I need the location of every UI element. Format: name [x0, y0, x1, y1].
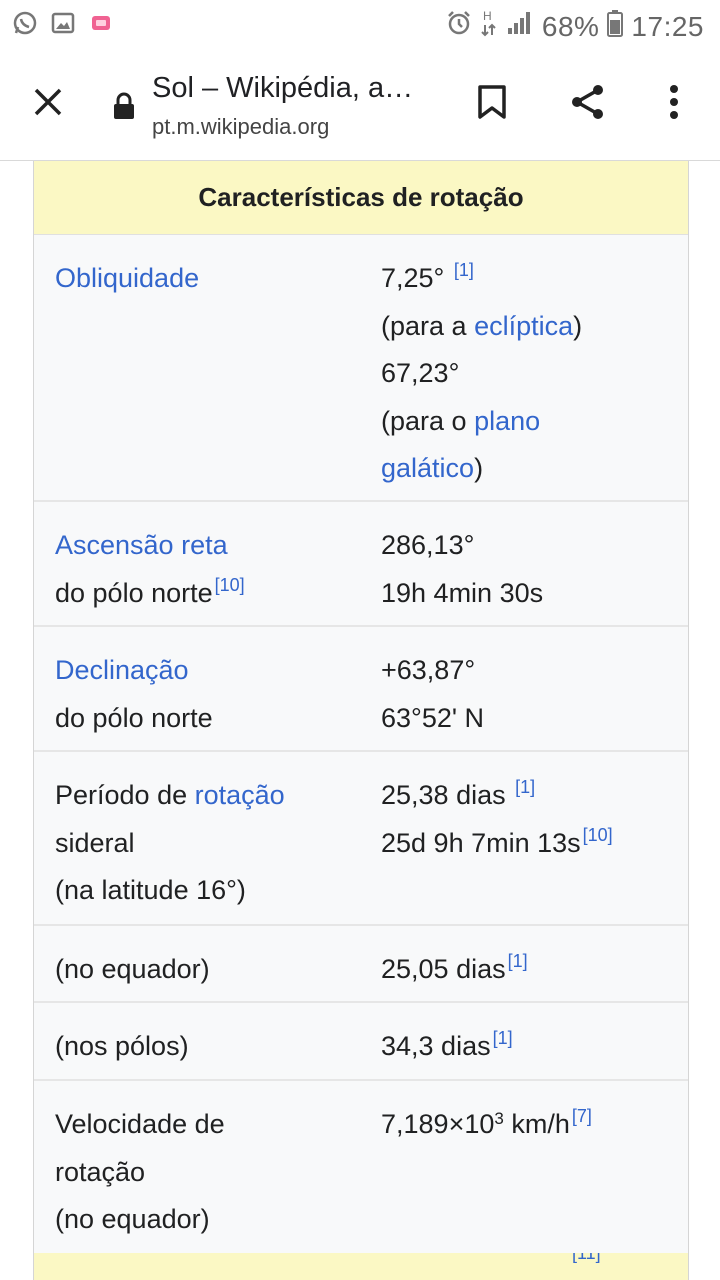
row-label: (no equador) — [55, 946, 355, 994]
value-text: 63°52' N — [381, 702, 485, 733]
row-value: 7,189×103 km/h [7] — [381, 1101, 681, 1149]
row-value: 25,38 dias [1] 25d 9h 7min 13s [10] — [381, 772, 681, 867]
reference-link[interactable]: [1] — [454, 260, 474, 280]
table-row: (no equador) 25,05 dias [1] — [34, 926, 688, 1003]
reference-link[interactable]: [7] — [572, 1106, 592, 1126]
close-tab-button[interactable] — [26, 80, 70, 124]
row-label: Declinação do pólo norte — [55, 647, 355, 742]
value-text: ) — [573, 310, 583, 341]
label-text: (no equador) — [55, 1204, 210, 1234]
row-label: (nos pólos) — [55, 1023, 355, 1071]
table-row: Período de rotação sideral (na latitude … — [34, 752, 688, 926]
value-text: 67,23° — [381, 358, 460, 388]
reference-link[interactable]: [11] — [572, 1253, 601, 1264]
reference-link[interactable]: [1] — [508, 951, 528, 971]
value-text: 7,189×10 — [381, 1109, 495, 1139]
close-icon — [34, 88, 62, 116]
value-text: (para o — [381, 405, 475, 436]
label-text: do pólo norte — [55, 702, 213, 733]
obliquidade-link[interactable]: Obliquidade — [55, 263, 199, 293]
value-text: 34,3 dias — [381, 1031, 491, 1061]
hplus-data-icon: H — [480, 8, 498, 45]
row-value: 34,3 dias [1] — [381, 1023, 681, 1071]
value-text: (para a — [381, 310, 475, 341]
reference-link[interactable]: [10] — [583, 825, 613, 845]
more-vert-icon — [670, 85, 678, 119]
alarm-icon — [446, 10, 472, 43]
page-url[interactable]: pt.m.wikipedia.org — [152, 114, 329, 140]
row-value: +63,87° 63°52' N — [381, 647, 681, 742]
label-text: Velocidade de — [55, 1109, 225, 1139]
label-text: rotação — [55, 1156, 146, 1187]
status-bar: H 68% 17:25 — [0, 0, 720, 50]
next-section-header: [11] — [33, 1253, 689, 1280]
row-value: 25,05 dias [1] — [381, 946, 681, 994]
share-button[interactable] — [564, 78, 612, 126]
value-text: 25d 9h 7min 13s — [381, 827, 581, 858]
ascensao-reta-link[interactable]: Ascensão reta — [55, 522, 355, 570]
row-label: Obliquidade — [55, 255, 355, 303]
table-row: Declinação do pólo norte +63,87° 63°52' … — [34, 627, 688, 752]
reference-link[interactable]: [1] — [493, 1028, 513, 1048]
battery-percent: 68% — [541, 10, 600, 42]
svg-text:H: H — [483, 9, 492, 23]
label-text: (nos pólos) — [55, 1031, 189, 1061]
exponent: 3 — [494, 1109, 504, 1128]
table-row: (nos pólos) 34,3 dias [1] — [34, 1003, 688, 1081]
value-text: 19h 4min 30s — [381, 577, 544, 608]
clock: 17:25 — [631, 10, 704, 42]
share-icon — [572, 85, 603, 119]
plano-galatico-link[interactable]: plano — [474, 406, 540, 436]
label-text: sideral — [55, 827, 135, 858]
browser-toolbar: Sol – Wikipédia, a… pt.m.wikipedia.org — [0, 50, 720, 161]
row-label: Período de rotação sideral (na latitude … — [55, 772, 355, 915]
value-text: 25,05 dias — [381, 954, 506, 984]
row-label: Velocidade de rotação (no equador) — [55, 1101, 355, 1244]
value-text: 25,38 dias — [381, 780, 506, 810]
label-text: (na latitude 16°) — [55, 875, 246, 905]
battery-icon — [607, 9, 624, 44]
value-text: 286,13° — [381, 530, 475, 560]
page-title[interactable]: Sol – Wikipédia, a… — [152, 72, 413, 105]
value-text: +63,87° — [381, 655, 476, 685]
value-text: 7,25° — [381, 263, 445, 293]
signal-icon — [506, 10, 534, 43]
label-text: do pólo norte — [55, 577, 213, 608]
value-text: km/h — [503, 1109, 570, 1139]
whatsapp-icon — [12, 10, 38, 36]
label-text: Período de — [55, 780, 195, 810]
row-value: 286,13° 19h 4min 30s — [381, 522, 681, 617]
plano-galatico-link[interactable]: galático — [381, 453, 474, 483]
infobox-header: Características de rotação — [34, 161, 688, 235]
more-options-button[interactable] — [650, 78, 698, 126]
table-row: Velocidade de rotação (no equador) 7,189… — [34, 1081, 688, 1254]
gallery-icon — [50, 10, 76, 36]
label-text: (no equador) — [55, 954, 210, 984]
row-value: 7,25° [1] (para a eclíptica) 67,23° (par… — [381, 255, 681, 493]
bookmark-icon — [478, 85, 506, 119]
table-row: Obliquidade 7,25° [1] (para a eclíptica)… — [34, 235, 688, 502]
ecliptica-link[interactable]: eclíptica — [474, 311, 573, 341]
infobox: Características de rotação Obliquidade 7… — [33, 161, 689, 1254]
table-row: Ascensão reta do pólo norte [10] 286,13° … — [34, 502, 688, 627]
notification-app-icon — [88, 10, 114, 36]
rotacao-link[interactable]: rotação — [195, 780, 285, 810]
bookmark-button[interactable] — [468, 78, 516, 126]
row-label: Ascensão reta do pólo norte [10] — [55, 522, 355, 617]
lock-icon — [112, 92, 136, 120]
page-content: Características de rotação Obliquidade 7… — [0, 161, 720, 1280]
reference-link[interactable]: [1] — [515, 777, 535, 797]
declinacao-link[interactable]: Declinação — [55, 647, 355, 695]
reference-link[interactable]: [10] — [215, 575, 245, 595]
value-text: ) — [474, 453, 484, 483]
